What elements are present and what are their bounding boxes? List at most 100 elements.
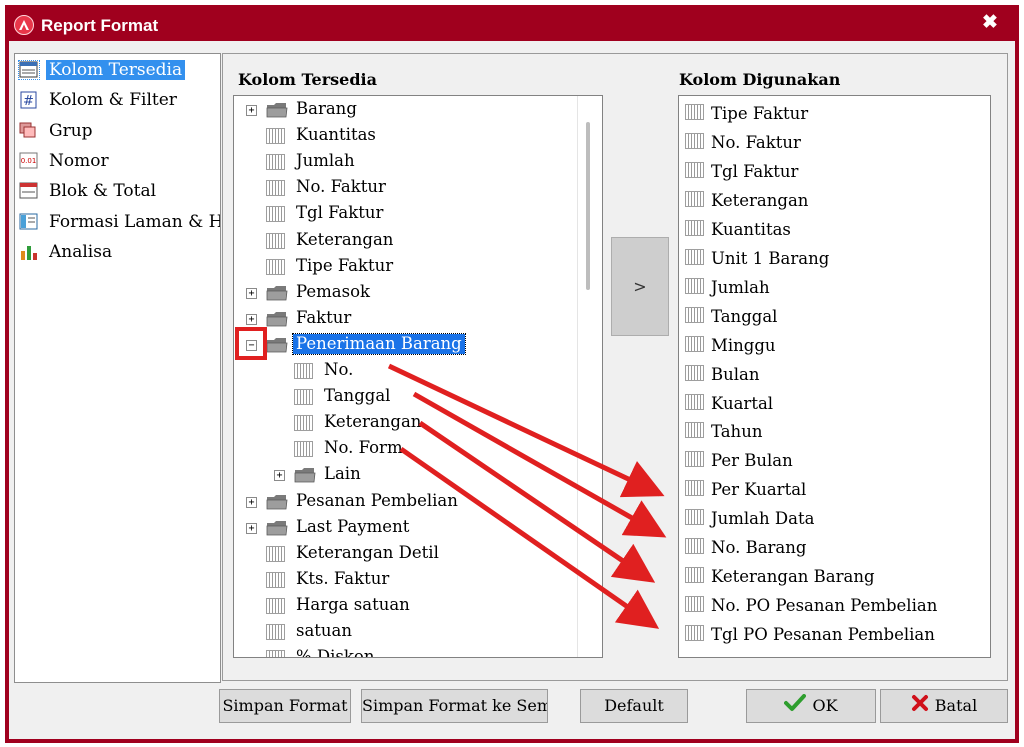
column-icon xyxy=(685,219,704,236)
used-column-label: Tgl PO Pesanan Pembelian xyxy=(711,625,935,645)
tree-node[interactable]: Tanggal xyxy=(234,384,574,410)
ok-button[interactable]: OK xyxy=(746,689,876,723)
tree-node[interactable]: Keterangan xyxy=(234,228,574,254)
column-icon xyxy=(266,597,285,614)
tree-node-label: Barang xyxy=(296,99,357,118)
tree-node[interactable]: No. xyxy=(234,358,574,384)
folder-icon xyxy=(266,311,288,327)
tree-node[interactable]: − Penerimaan Barang xyxy=(234,332,574,358)
used-columns-list[interactable]: Tipe Faktur No. Faktur Tgl Faktur Keteranga… xyxy=(678,95,991,658)
add-column-button[interactable]: > xyxy=(611,237,669,336)
tree-scrollbar-track[interactable] xyxy=(577,96,578,657)
nav-item-label: Kolom & Filter xyxy=(49,90,177,111)
used-column-label: Minggu xyxy=(711,335,776,355)
expand-icon[interactable]: + xyxy=(274,470,285,482)
tree-node-label: Faktur xyxy=(296,307,352,327)
tree-node-label: Tanggal xyxy=(324,386,391,406)
tree-node[interactable]: No. Faktur xyxy=(234,175,574,201)
column-icon xyxy=(294,441,313,458)
column-icon xyxy=(294,363,313,379)
column-icon xyxy=(685,335,704,352)
used-column-label: Jumlah xyxy=(711,277,770,297)
tree-node[interactable]: No. Form xyxy=(234,436,574,462)
tree-node[interactable]: + Pemasok xyxy=(234,280,574,306)
tree-node[interactable]: Kts. Faktur xyxy=(234,567,574,593)
folder-icon xyxy=(266,102,288,118)
nav-item[interactable]: Blok & Total xyxy=(17,178,217,204)
column-icon xyxy=(685,451,704,468)
svg-text:0.01: 0.01 xyxy=(21,157,37,165)
tree-node-label: Keterangan Detil xyxy=(296,542,439,562)
cancel-label: Batal xyxy=(934,696,978,715)
app-logo-icon xyxy=(14,15,34,35)
used-column-label: Keterangan Barang xyxy=(711,567,875,587)
tree-node-label: Lain xyxy=(324,464,361,484)
bar-chart-icon xyxy=(19,243,39,261)
column-icon xyxy=(294,389,313,406)
expand-icon[interactable]: + xyxy=(246,522,257,534)
column-icon xyxy=(685,248,704,265)
save-format-button[interactable]: Simpan Format xyxy=(219,689,351,723)
column-icon xyxy=(266,650,285,657)
used-column-label: Per Kuartal xyxy=(711,480,807,500)
tree-node[interactable]: + Barang xyxy=(234,97,574,123)
expand-icon[interactable]: + xyxy=(246,105,257,116)
tree-node[interactable]: + Pesanan Pembelian xyxy=(234,489,574,515)
used-column-label: Kuartal xyxy=(711,393,774,413)
group-icon xyxy=(19,122,39,140)
tree-node[interactable]: + Lain xyxy=(234,462,574,488)
tree-node[interactable]: Jumlah xyxy=(234,149,574,175)
close-icon[interactable]: ✖ xyxy=(980,13,1000,33)
cross-icon xyxy=(911,691,929,723)
nav-item[interactable]: Analisa xyxy=(17,239,217,265)
expand-icon[interactable]: + xyxy=(246,496,257,508)
tree-node-label: Keterangan xyxy=(296,229,394,249)
annotation-highlight-box xyxy=(235,327,267,360)
expand-icon[interactable]: + xyxy=(246,287,257,299)
save-format-all-button[interactable]: Simpan Format ke Semu xyxy=(361,689,548,723)
tree-node[interactable]: Tipe Faktur xyxy=(234,254,574,280)
tree-scrollbar-thumb[interactable] xyxy=(586,122,590,290)
check-icon xyxy=(784,691,807,723)
tree-node[interactable]: Kuantitas xyxy=(234,123,574,149)
available-columns-tree[interactable]: + Barang Kuantitas Jumlah No. Faktur Tgl Fakt… xyxy=(233,95,603,658)
column-icon xyxy=(685,567,704,584)
hash-filter-icon: # xyxy=(19,91,39,109)
tree-node[interactable]: + Faktur xyxy=(234,306,574,332)
ok-label: OK xyxy=(812,696,838,715)
tree-node[interactable]: Harga satuan xyxy=(234,593,574,619)
expand-icon[interactable]: + xyxy=(246,313,257,325)
used-column-label: Bulan xyxy=(711,364,760,384)
default-button[interactable]: Default xyxy=(580,689,688,723)
tree-node[interactable]: % Diskon xyxy=(234,645,574,658)
used-column-label: Tahun xyxy=(711,422,763,442)
column-icon xyxy=(685,422,704,439)
nav-item[interactable]: Formasi Laman & Hur xyxy=(17,209,220,235)
cancel-button[interactable]: Batal xyxy=(880,689,1008,723)
column-icon xyxy=(685,596,704,613)
column-icon xyxy=(266,571,285,588)
used-column-label: Tgl Faktur xyxy=(711,161,799,181)
tree-node-label: Jumlah xyxy=(296,151,355,171)
tree-node[interactable]: Tgl Faktur xyxy=(234,201,574,227)
nav-item-label: Kolom Tersedia xyxy=(46,60,186,80)
column-icon xyxy=(266,206,285,223)
tree-node[interactable]: + Last Payment xyxy=(234,515,574,541)
nav-item[interactable]: 0.01 Nomor xyxy=(17,148,217,174)
nav-item[interactable]: # Kolom & Filter xyxy=(17,87,217,113)
nav-item[interactable]: Kolom Tersedia xyxy=(17,57,217,83)
tree-node-label: No. Form xyxy=(324,438,403,458)
nav-item[interactable]: Grup xyxy=(17,118,217,144)
tree-node-label: Kuantitas xyxy=(296,125,376,145)
used-column-label: No. Barang xyxy=(711,538,807,558)
tree-node[interactable]: Keterangan xyxy=(234,410,574,436)
column-icon xyxy=(266,232,285,249)
column-icon xyxy=(266,258,285,275)
tree-node-label: Pesanan Pembelian xyxy=(296,490,458,510)
tree-node[interactable]: satuan xyxy=(234,619,574,645)
tree-node[interactable]: Keterangan Detil xyxy=(234,541,574,567)
column-icon xyxy=(266,128,285,145)
tree-node-label: % Diskon xyxy=(296,647,375,658)
block-total-icon xyxy=(19,182,39,200)
tree-node-label: Harga satuan xyxy=(296,594,410,614)
